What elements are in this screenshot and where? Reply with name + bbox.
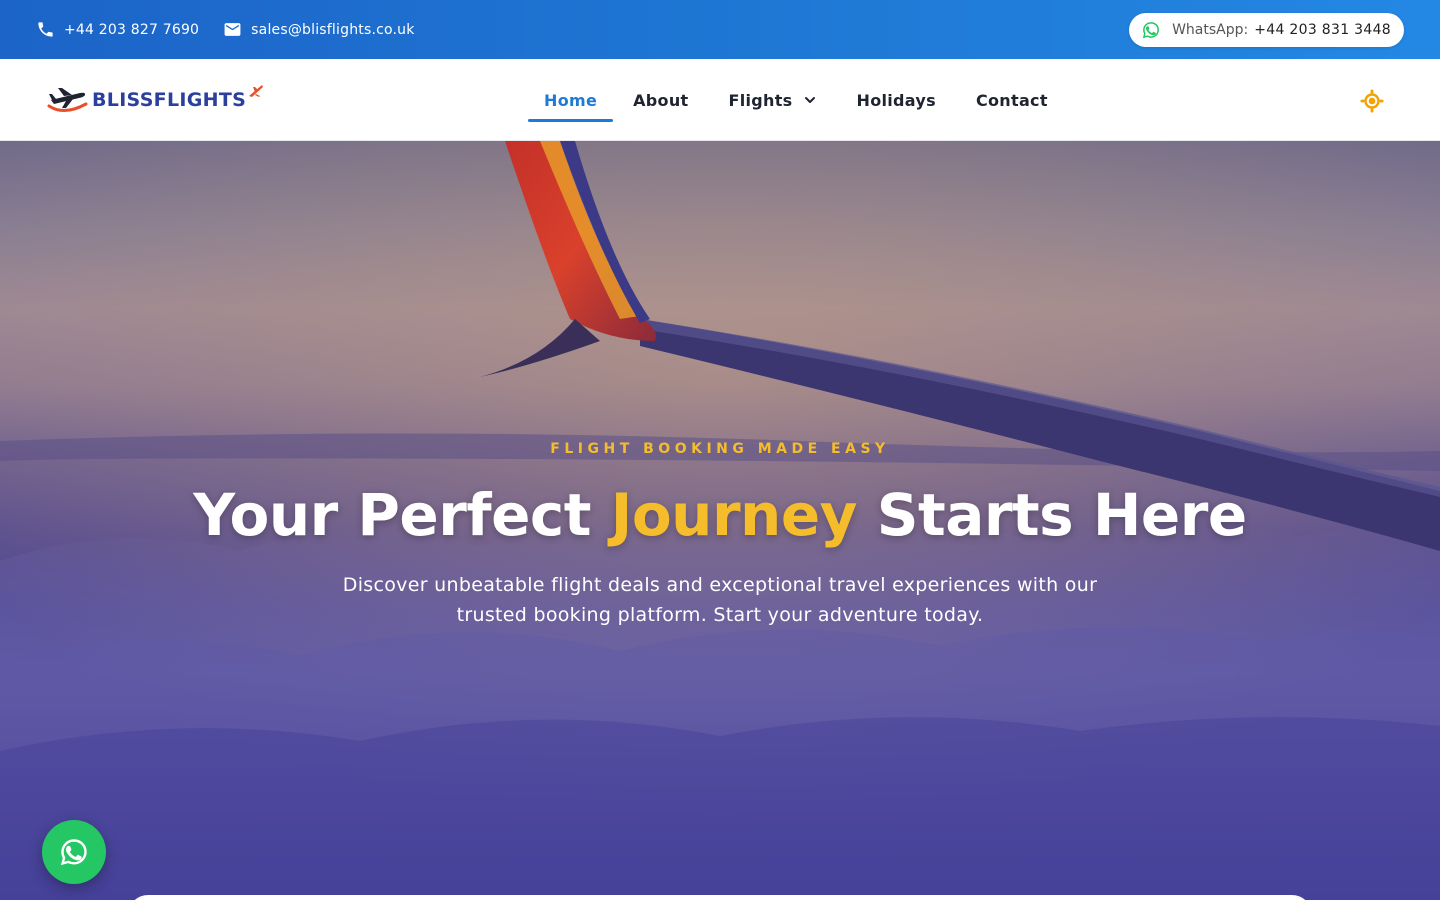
email-address: sales@blisflights.co.uk	[251, 21, 415, 38]
nav-item-flights[interactable]: Flights	[708, 59, 836, 141]
hero-content: FLIGHT BOOKING MADE EASY Your Perfect Jo…	[0, 141, 1440, 900]
hero-headline: Your Perfect Journey Starts Here	[0, 481, 1440, 549]
nav-item-label: Flights	[728, 90, 793, 110]
contact-info: +44 203 827 7690 sales@blisflights.co.uk	[36, 20, 415, 39]
nav-item-label: Home	[544, 90, 598, 110]
nav-menu: Home About Flights Holidays Contact	[528, 59, 1068, 141]
sun-icon[interactable]	[1359, 88, 1385, 114]
hero-section: FLIGHT BOOKING MADE EASY Your Perfect Jo…	[0, 141, 1440, 900]
brand-name: BLISSFLIGHTS	[92, 89, 247, 111]
nav-item-label: Contact	[975, 90, 1048, 110]
phone-link[interactable]: +44 203 827 7690	[36, 20, 199, 39]
nav-item-about[interactable]: About	[613, 59, 708, 141]
hero-subtext: Discover unbeatable flight deals and exc…	[342, 574, 1098, 626]
whatsapp-icon	[60, 839, 87, 866]
chevron-down-icon	[804, 97, 815, 103]
brand-logo[interactable]: BLISSFLIGHTS	[46, 83, 265, 117]
airplane-logo-icon	[47, 88, 88, 112]
whatsapp-icon	[1142, 21, 1160, 38]
nav-item-home[interactable]: Home	[528, 59, 614, 141]
email-link[interactable]: sales@blisflights.co.uk	[223, 20, 414, 39]
phone-number: +44 203 827 7690	[64, 21, 200, 38]
search-card	[128, 895, 1312, 900]
whatsapp-float-button[interactable]	[42, 820, 106, 884]
nav-item-label: Holidays	[856, 90, 936, 110]
headline-accent: Journey	[610, 481, 858, 549]
nav-item-label: About	[633, 90, 689, 110]
nav-item-contact[interactable]: Contact	[956, 59, 1068, 141]
headline-end: Starts Here	[857, 481, 1248, 549]
top-bar: +44 203 827 7690 sales@blisflights.co.uk…	[0, 0, 1440, 59]
whatsapp-label: WhatsApp:	[1172, 21, 1249, 38]
mail-icon	[224, 23, 241, 36]
small-plane-icon	[249, 85, 264, 97]
whatsapp-contact-button[interactable]: WhatsApp: +44 203 831 3448	[1129, 12, 1404, 47]
hero-kicker: FLIGHT BOOKING MADE EASY	[550, 441, 890, 457]
headline-start: Your Perfect	[193, 481, 611, 549]
phone-icon	[38, 22, 53, 37]
main-navbar: BLISSFLIGHTS Home About Flights Holidays…	[0, 59, 1440, 141]
whatsapp-number: +44 203 831 3448	[1254, 21, 1391, 38]
nav-item-holidays[interactable]: Holidays	[837, 59, 956, 141]
